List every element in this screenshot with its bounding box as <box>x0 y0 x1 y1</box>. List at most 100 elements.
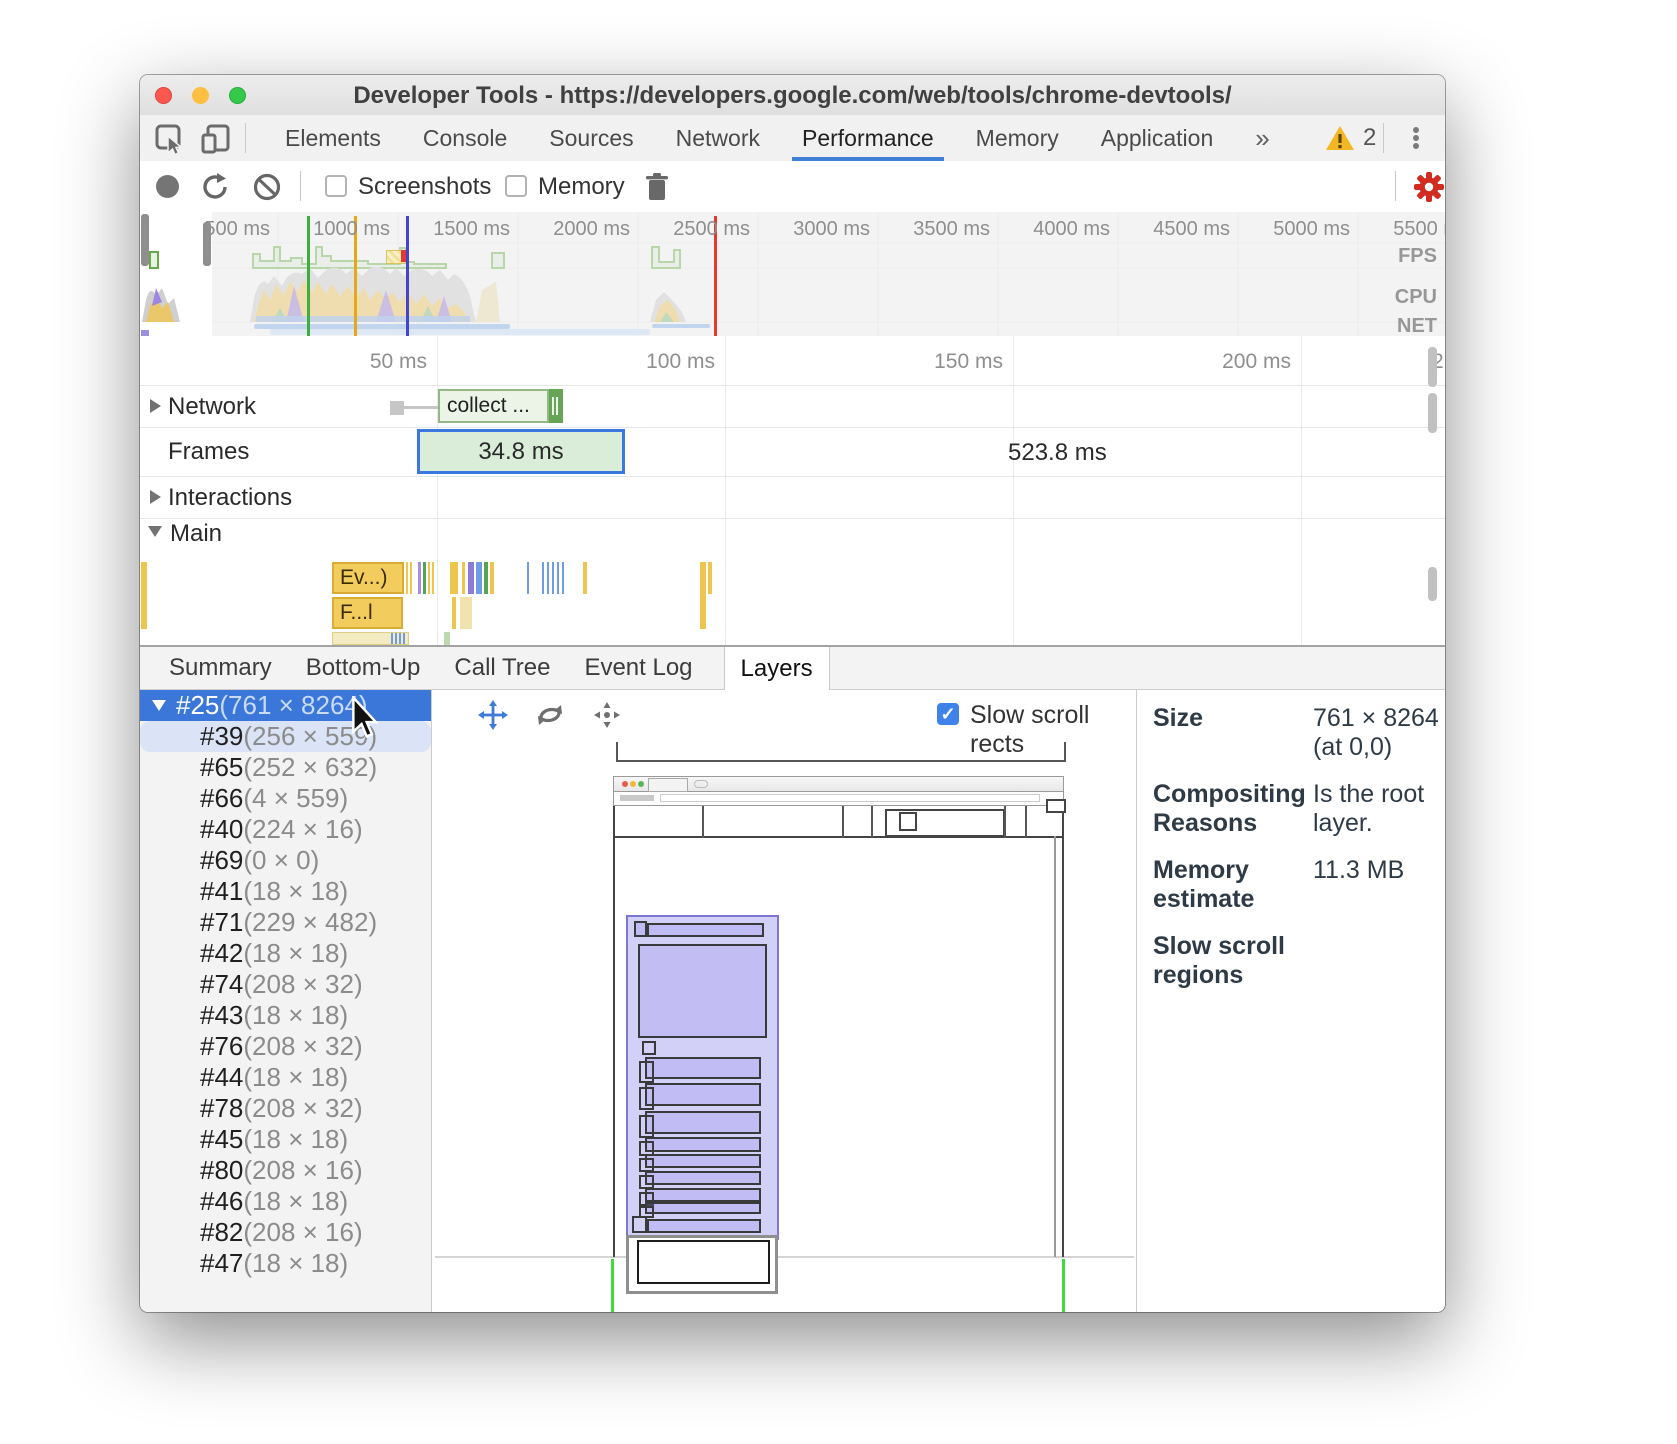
flame-chart[interactable]: 50 ms100 ms150 ms200 ms 2 Network collec… <box>140 336 1445 645</box>
detail-tab-call-tree[interactable]: Call Tree <box>452 647 552 689</box>
layer-tree-row[interactable]: #69(0 × 0) <box>140 845 431 876</box>
layer-id: #82 <box>200 1217 243 1247</box>
main-activity-tick <box>428 562 430 594</box>
wireframe-shape <box>899 812 917 831</box>
layer-size: (18 × 18) <box>243 1000 348 1030</box>
overview-ruler-label: 4500 ms <box>1153 218 1230 241</box>
layer-size: (229 × 482) <box>243 907 377 937</box>
network-request-bar[interactable]: collect ... <box>438 389 549 423</box>
overview-ruler-label: 500 ms <box>204 218 270 241</box>
detail-label: Slow scroll regions <box>1153 932 1313 990</box>
detail-tab-event-log[interactable]: Event Log <box>582 647 694 689</box>
tab-console[interactable]: Console <box>421 115 509 161</box>
main-activity-tick <box>462 562 465 594</box>
scrollbar-thumb[interactable] <box>1428 393 1437 433</box>
detail-value: 761 × 8264(at 0,0) <box>1313 704 1439 762</box>
layer-tree-row[interactable]: #43(18 × 18) <box>140 1000 431 1031</box>
layer-size: (18 × 18) <box>243 876 348 906</box>
layer-tree-row[interactable]: #78(208 × 32) <box>140 1093 431 1124</box>
overview-ruler-label: 2500 ms <box>673 218 750 241</box>
devtools-tabbar: Elements Console Sources Network Performance… <box>140 115 1445 162</box>
layer-tree-row[interactable]: #66(4 × 559) <box>140 783 431 814</box>
layer-tree-row[interactable]: #41(18 × 18) <box>140 876 431 907</box>
record-button[interactable] <box>156 175 179 198</box>
timeline-overview[interactable]: 500 ms1000 ms1500 ms2000 ms2500 ms3000 m… <box>140 212 1445 336</box>
detail-tab-bottom-up[interactable]: Bottom-Up <box>304 647 423 689</box>
console-warnings[interactable]: 2 <box>1325 124 1376 152</box>
scrollbar-thumb[interactable] <box>1428 347 1437 387</box>
detail-value: 11.3 MB <box>1313 856 1404 914</box>
interactions-expand-icon[interactable] <box>150 490 161 504</box>
tab-memory[interactable]: Memory <box>974 115 1061 161</box>
purple-row-square <box>639 1115 654 1138</box>
main-activity-tick <box>452 597 456 629</box>
more-tabs-icon[interactable]: » <box>1253 115 1271 161</box>
main-activity-tick <box>141 562 147 629</box>
layer-tree-row[interactable]: #82(208 × 16) <box>140 1217 431 1248</box>
track-network-label: Network <box>168 393 256 421</box>
tab-application[interactable]: Application <box>1099 115 1216 161</box>
layer-tree-row[interactable]: #44(18 × 18) <box>140 1062 431 1093</box>
main-event-bar[interactable]: Ev...) <box>332 562 404 594</box>
tab-network[interactable]: Network <box>674 115 762 161</box>
capture-settings-gear-icon[interactable] <box>1412 170 1445 204</box>
layer-details: Size761 × 8264(at 0,0)Compositing Reason… <box>1137 690 1445 1312</box>
tab-elements[interactable]: Elements <box>283 115 383 161</box>
panel-tabs: Elements Console Sources Network Performance… <box>283 115 1272 161</box>
network-request-anchor <box>390 401 404 415</box>
reload-icon[interactable] <box>200 172 230 202</box>
layer-canvas[interactable]: ✓ Slow scroll rects ✓ Paints <box>432 690 1137 1312</box>
layer-size: (18 × 18) <box>243 1248 348 1278</box>
trash-icon[interactable] <box>643 172 671 202</box>
selected-frame[interactable]: 34.8 ms <box>417 429 625 474</box>
layer-tree-row[interactable]: #71(229 × 482) <box>140 907 431 938</box>
layer-tree-row[interactable]: #65(252 × 632) <box>140 752 431 783</box>
selection-left-handle[interactable] <box>141 214 149 266</box>
tab-sources[interactable]: Sources <box>547 115 635 161</box>
screenshots-checkbox[interactable] <box>325 175 347 197</box>
wireframe-shape <box>1004 806 1006 838</box>
main-function-bar[interactable]: F...l <box>332 597 403 629</box>
wireframe-shape <box>1062 1259 1065 1312</box>
more-options-icon[interactable] <box>1412 125 1420 153</box>
layer-tree-row[interactable]: #76(208 × 32) <box>140 1031 431 1062</box>
selection-right-handle[interactable] <box>203 222 211 266</box>
inspect-element-icon[interactable] <box>154 123 186 155</box>
overview-ruler-label: 5000 ms <box>1273 218 1350 241</box>
layer-tree-row[interactable]: #47(18 × 18) <box>140 1248 431 1279</box>
fps-lane-label: FPS <box>1398 245 1437 268</box>
wireframe-shape <box>637 1240 770 1284</box>
device-toolbar-icon[interactable] <box>200 123 232 155</box>
layer-tree-row[interactable]: #74(208 × 32) <box>140 969 431 1000</box>
layer-tree-row[interactable]: #45(18 × 18) <box>140 1124 431 1155</box>
clear-icon[interactable] <box>252 172 282 202</box>
memory-checkbox[interactable] <box>505 175 527 197</box>
rotate-mode-icon[interactable] <box>535 700 565 730</box>
detail-tab-layers[interactable]: Layers <box>724 647 830 690</box>
main-sub-bar[interactable] <box>332 632 409 645</box>
layer-tree-row[interactable]: #40(224 × 16) <box>140 814 431 845</box>
layer-tree-row[interactable]: #46(18 × 18) <box>140 1186 431 1217</box>
window-titlebar[interactable]: Developer Tools - https://developers.goo… <box>140 75 1445 116</box>
layer-tree-row[interactable]: #39(256 × 559) <box>140 721 431 752</box>
purple-row-bar <box>645 1111 761 1134</box>
scrollbar-thumb[interactable] <box>1428 567 1437 601</box>
reset-view-icon[interactable] <box>592 700 622 730</box>
purple-row-bar <box>645 1188 761 1202</box>
network-expand-icon[interactable] <box>150 399 161 413</box>
slow-scroll-rects-checkbox[interactable]: ✓ <box>937 703 959 725</box>
main-activity-tick <box>527 562 529 594</box>
detail-tab-summary[interactable]: Summary <box>167 647 274 689</box>
layer-id: #78 <box>200 1093 243 1123</box>
collapse-icon[interactable] <box>152 700 166 711</box>
mini-tab <box>648 778 688 792</box>
wireframe-shape <box>842 806 844 838</box>
layer-tree: #25(761 × 8264)#39(256 × 559)#65(252 × 6… <box>140 690 432 1312</box>
layer-id: #44 <box>200 1062 243 1092</box>
layer-tree-row[interactable]: #80(208 × 16) <box>140 1155 431 1186</box>
layer-tree-row[interactable]: #42(18 × 18) <box>140 938 431 969</box>
main-collapse-icon[interactable] <box>148 526 162 537</box>
tab-performance[interactable]: Performance <box>800 115 936 161</box>
layer-tree-row[interactable]: #25(761 × 8264) <box>140 690 431 721</box>
pan-mode-icon[interactable] <box>478 700 508 730</box>
